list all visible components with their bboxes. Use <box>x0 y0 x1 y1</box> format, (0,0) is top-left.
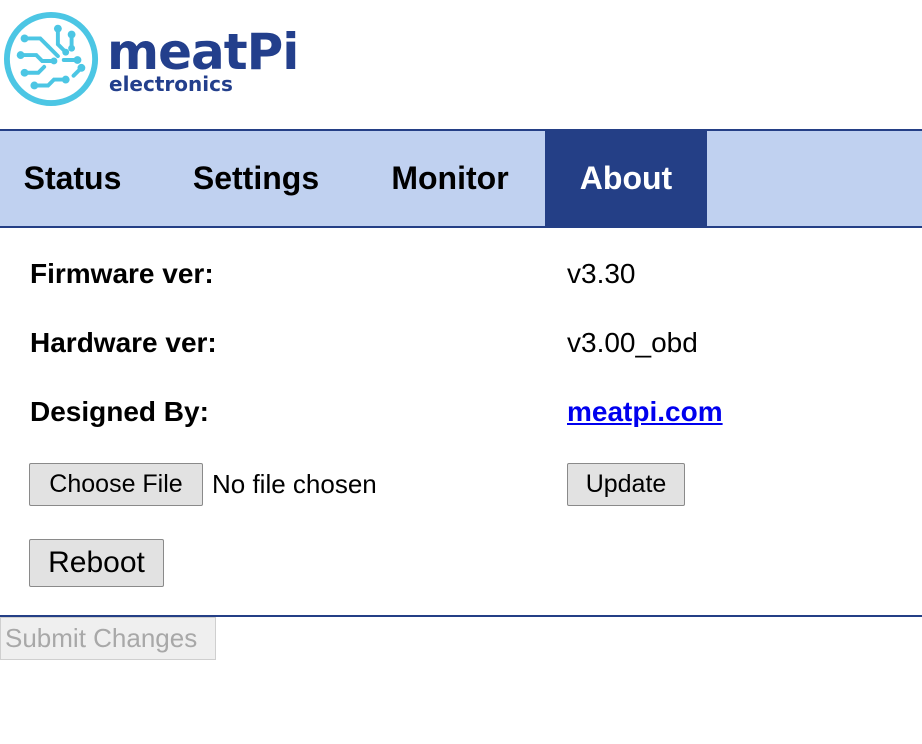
brand-logo: meatPi electronics <box>3 11 299 111</box>
choose-file-button[interactable]: Choose File <box>29 463 203 506</box>
designed-by-label: Designed By: <box>30 396 209 427</box>
brand-tagline: electronics <box>109 72 233 96</box>
designer-link[interactable]: meatpi.com <box>567 396 723 428</box>
update-button[interactable]: Update <box>567 463 685 506</box>
header: meatPi electronics <box>0 0 922 129</box>
hardware-value: v3.00_obd <box>567 327 698 358</box>
firmware-value: v3.30 <box>567 258 636 289</box>
tab-monitor[interactable]: Monitor <box>362 131 538 226</box>
submit-changes-button[interactable]: Submit Changes <box>0 617 216 660</box>
reboot-button[interactable]: Reboot <box>29 539 164 587</box>
tab-status[interactable]: Status <box>0 131 145 226</box>
firmware-label: Firmware ver: <box>30 258 214 289</box>
tab-about[interactable]: About <box>545 131 707 226</box>
hardware-label: Hardware ver: <box>30 327 217 358</box>
circuit-brain-icon <box>3 11 99 107</box>
main-nav: Status Settings Monitor About <box>0 129 922 228</box>
brand-name: meatPi <box>107 23 299 81</box>
tab-settings[interactable]: Settings <box>155 131 357 226</box>
file-status-text: No file chosen <box>212 469 377 499</box>
